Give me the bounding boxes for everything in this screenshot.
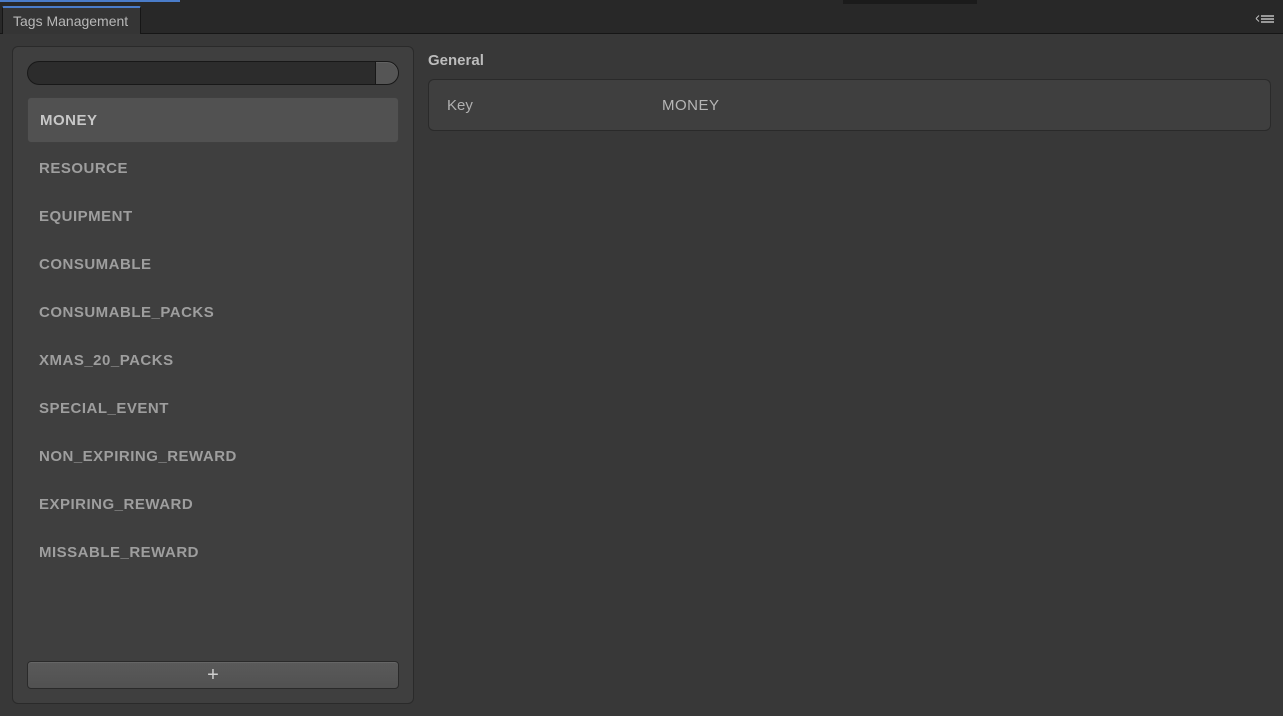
- top-strip-decoration: [843, 0, 977, 4]
- tag-list: MONEY RESOURCE EQUIPMENT CONSUMABLE CONS…: [27, 97, 399, 653]
- tags-sidebar-panel: MONEY RESOURCE EQUIPMENT CONSUMABLE CONS…: [12, 46, 414, 704]
- tag-item-missable-reward[interactable]: MISSABLE_REWARD: [27, 529, 399, 575]
- tag-item-label: EQUIPMENT: [39, 208, 133, 225]
- panel-options-icon: [1255, 14, 1275, 24]
- tag-item-equipment[interactable]: EQUIPMENT: [27, 193, 399, 239]
- tag-item-label: EXPIRING_REWARD: [39, 496, 193, 513]
- tag-item-non-expiring-reward[interactable]: NON_EXPIRING_REWARD: [27, 433, 399, 479]
- search-input[interactable]: [27, 61, 375, 85]
- add-tag-button[interactable]: +: [27, 661, 399, 689]
- tag-item-label: XMAS_20_PACKS: [39, 352, 174, 369]
- details-panel: General Key MONEY: [428, 46, 1271, 704]
- search-clear-button[interactable]: [375, 61, 399, 85]
- tag-item-label: MONEY: [40, 112, 98, 129]
- tag-item-label: CONSUMABLE: [39, 256, 152, 273]
- search-wrap: [27, 61, 399, 85]
- tab-tags-management[interactable]: Tags Management: [2, 6, 141, 34]
- field-value-key[interactable]: MONEY: [662, 97, 720, 114]
- tag-item-label: SPECIAL_EVENT: [39, 400, 169, 417]
- top-bar: Tags Management: [0, 0, 1283, 34]
- tag-item-expiring-reward[interactable]: EXPIRING_REWARD: [27, 481, 399, 527]
- plus-icon: +: [207, 665, 219, 685]
- tag-item-label: NON_EXPIRING_REWARD: [39, 448, 237, 465]
- tag-item-label: CONSUMABLE_PACKS: [39, 304, 214, 321]
- section-header-general: General: [428, 46, 1271, 79]
- tag-item-resource[interactable]: RESOURCE: [27, 145, 399, 191]
- panel-options-button[interactable]: [1255, 14, 1275, 24]
- tag-item-label: RESOURCE: [39, 160, 128, 177]
- tag-item-consumable-packs[interactable]: CONSUMABLE_PACKS: [27, 289, 399, 335]
- field-label-key: Key: [447, 97, 662, 114]
- tag-item-xmas-20-packs[interactable]: XMAS_20_PACKS: [27, 337, 399, 383]
- window-focus-highlight: [0, 0, 180, 2]
- tab-label: Tags Management: [13, 13, 128, 29]
- tag-item-money[interactable]: MONEY: [27, 97, 399, 143]
- tag-item-consumable[interactable]: CONSUMABLE: [27, 241, 399, 287]
- tag-item-special-event[interactable]: SPECIAL_EVENT: [27, 385, 399, 431]
- tag-item-label: MISSABLE_REWARD: [39, 544, 199, 561]
- main-area: MONEY RESOURCE EQUIPMENT CONSUMABLE CONS…: [0, 34, 1283, 716]
- field-row-key: Key MONEY: [428, 79, 1271, 131]
